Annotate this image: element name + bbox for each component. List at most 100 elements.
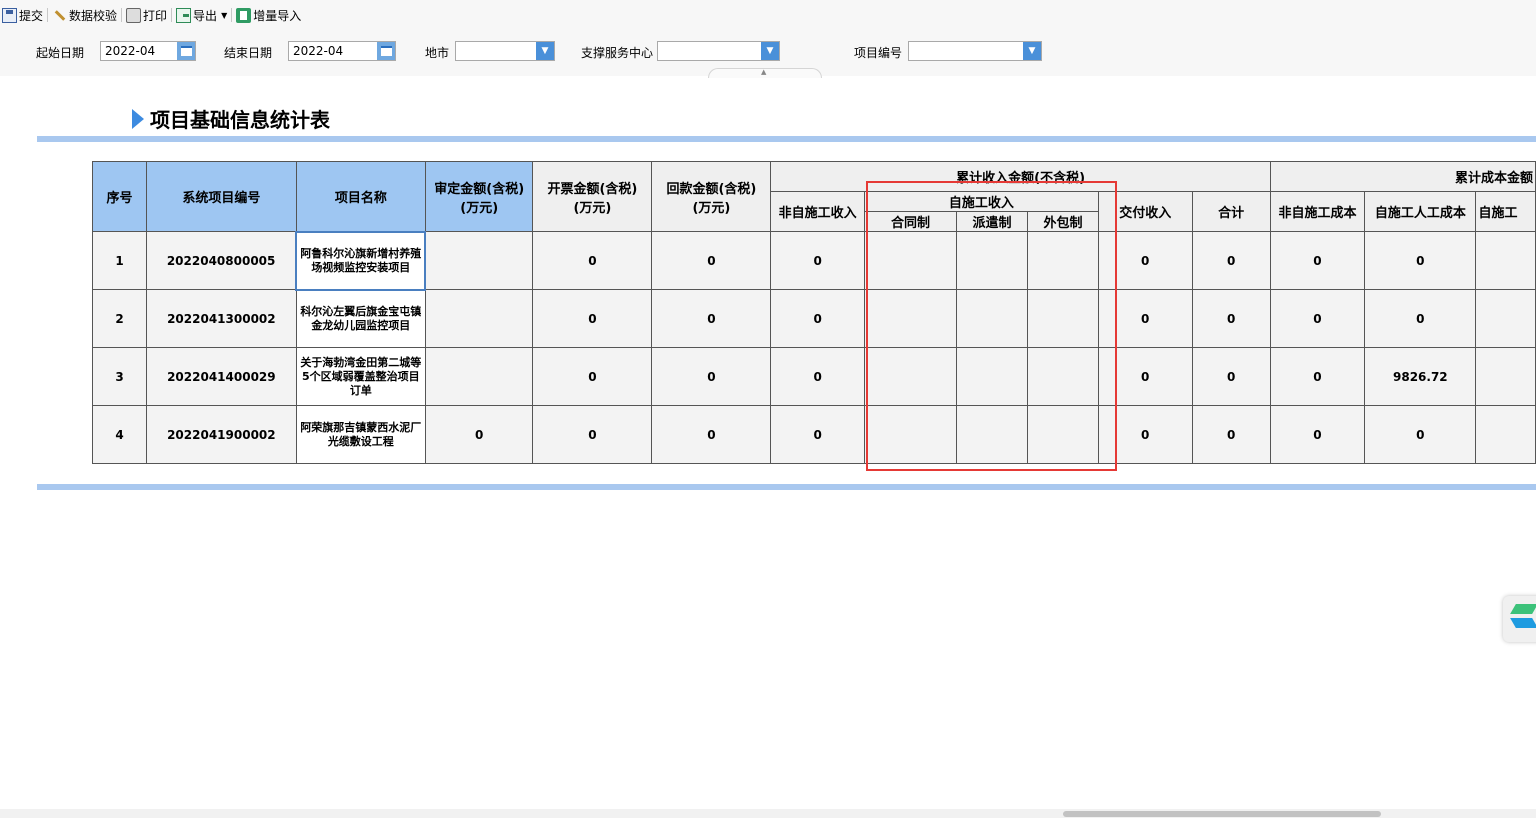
- cell-outsource[interactable]: [1027, 231, 1099, 290]
- cell-project-name[interactable]: 科尔沁左翼后旗金宝屯镇金龙幼儿园监控项目: [295, 289, 426, 348]
- cell-non-self[interactable]: 0: [770, 289, 865, 348]
- header-self-income: 自施工收入: [863, 191, 1099, 212]
- cell-self-other[interactable]: [1475, 231, 1536, 290]
- print-button[interactable]: 打印: [124, 4, 169, 26]
- cell-dispatch[interactable]: [956, 231, 1029, 290]
- start-date-input[interactable]: 2022-04: [100, 41, 196, 61]
- cell-self-other[interactable]: [1475, 405, 1536, 464]
- header-approved-amount: 审定金额(含税) (万元): [424, 161, 534, 232]
- cell-invoice[interactable]: 0: [532, 405, 653, 464]
- report-title: 项目基础信息统计表: [132, 104, 330, 133]
- toolbar-divider: [171, 8, 173, 22]
- cell-dispatch[interactable]: [956, 289, 1029, 348]
- header-project-name: 项目名称: [295, 161, 426, 232]
- calendar-icon[interactable]: [177, 42, 195, 60]
- cell-approved[interactable]: [424, 289, 534, 348]
- cell-sys-no: 2022041400029: [146, 347, 297, 406]
- cell-total[interactable]: 0: [1191, 347, 1271, 406]
- cell-project-name[interactable]: 阿荣旗那吉镇蒙西水泥厂光缆敷设工程: [295, 405, 426, 464]
- cell-approved[interactable]: [424, 231, 534, 290]
- cell-non-self-cost[interactable]: 0: [1269, 347, 1366, 406]
- cell-contract[interactable]: [863, 347, 958, 406]
- chevron-down-icon[interactable]: ▼: [536, 42, 554, 60]
- cell-invoice[interactable]: 0: [532, 347, 653, 406]
- cell-payment[interactable]: 0: [651, 231, 772, 290]
- cell-delivery[interactable]: 0: [1097, 231, 1193, 290]
- header-approved-amount-unit: (万元): [460, 200, 499, 216]
- chevron-down-icon[interactable]: ▼: [221, 11, 227, 20]
- table-row: 2 2022041300002 科尔沁左翼后旗金宝屯镇金龙幼儿园监控项目 0 0…: [91, 289, 1536, 348]
- header-invoice-amount-text: 开票金额(含税): [547, 181, 638, 197]
- cell-seq: 4: [91, 405, 148, 464]
- cell-total[interactable]: 0: [1191, 405, 1271, 464]
- service-center-select[interactable]: ▼: [657, 41, 780, 61]
- cell-total[interactable]: 0: [1191, 289, 1271, 348]
- save-icon: [2, 7, 17, 23]
- cell-invoice[interactable]: 0: [532, 231, 653, 290]
- cell-contract[interactable]: [863, 289, 958, 348]
- cell-project-name[interactable]: 阿鲁科尔沁旗新增村养殖场视频监控安装项目: [295, 230, 427, 291]
- cell-project-name[interactable]: 关于海勃湾金田第二城等5个区域弱覆盖整治项目订单: [295, 347, 426, 406]
- cell-non-self-cost[interactable]: 0: [1269, 231, 1366, 290]
- cell-self-labor-cost[interactable]: 9826.72: [1364, 347, 1477, 406]
- cell-invoice[interactable]: 0: [532, 289, 653, 348]
- chevron-down-icon[interactable]: ▼: [1023, 42, 1041, 60]
- cell-payment[interactable]: 0: [651, 405, 772, 464]
- cell-delivery[interactable]: 0: [1097, 347, 1193, 406]
- service-center-label: 支撑服务中心: [581, 46, 654, 60]
- scrollbar-thumb[interactable]: [1063, 811, 1381, 817]
- cell-payment[interactable]: 0: [651, 289, 772, 348]
- cell-contract[interactable]: [863, 405, 958, 464]
- cell-dispatch[interactable]: [956, 405, 1029, 464]
- project-no-select[interactable]: ▼: [908, 41, 1042, 61]
- project-no-label: 项目编号: [854, 46, 903, 60]
- cell-non-self[interactable]: 0: [770, 347, 865, 406]
- cell-outsource[interactable]: [1027, 347, 1099, 406]
- validate-label: 数据校验: [69, 8, 118, 23]
- end-date-value: 2022-04: [293, 44, 344, 58]
- export-label: 导出: [193, 8, 218, 23]
- collapse-filter-toggle[interactable]: ▲: [708, 68, 822, 78]
- cell-non-self-cost[interactable]: 0: [1269, 289, 1366, 348]
- validate-button[interactable]: 数据校验: [50, 4, 119, 26]
- cell-non-self[interactable]: 0: [770, 231, 865, 290]
- cell-approved[interactable]: 0: [424, 405, 534, 464]
- table-row: 3 2022041400029 关于海勃湾金田第二城等5个区域弱覆盖整治项目订单…: [91, 347, 1536, 406]
- cell-delivery[interactable]: 0: [1097, 405, 1193, 464]
- city-select[interactable]: ▼: [455, 41, 555, 61]
- floating-assistant-button[interactable]: [1503, 596, 1536, 642]
- import-icon: [236, 7, 252, 23]
- logo-icon: [1510, 604, 1536, 614]
- cell-self-labor-cost[interactable]: 0: [1364, 231, 1477, 290]
- cell-non-self-cost[interactable]: 0: [1269, 405, 1366, 464]
- print-label: 打印: [143, 8, 168, 23]
- submit-button[interactable]: 提交: [0, 4, 45, 26]
- cell-self-labor-cost[interactable]: 0: [1364, 289, 1477, 348]
- cell-delivery[interactable]: 0: [1097, 289, 1193, 348]
- cell-approved[interactable]: [424, 347, 534, 406]
- header-self-other: 自施工: [1475, 191, 1536, 232]
- end-date-label: 结束日期: [224, 46, 273, 60]
- cell-outsource[interactable]: [1027, 405, 1099, 464]
- incremental-import-button[interactable]: 增量导入: [234, 4, 303, 26]
- header-contract: 合同制: [863, 211, 958, 232]
- cell-self-other[interactable]: [1475, 347, 1536, 406]
- cell-payment[interactable]: 0: [651, 347, 772, 406]
- export-button[interactable]: 导出 ▼: [174, 4, 229, 26]
- cell-contract[interactable]: [863, 231, 958, 290]
- cell-self-other[interactable]: [1475, 289, 1536, 348]
- header-invoice-amount: 开票金额(含税) (万元): [532, 161, 653, 232]
- cell-dispatch[interactable]: [956, 347, 1029, 406]
- end-date-input[interactable]: 2022-04: [288, 41, 396, 61]
- header-delivery-income: 交付收入: [1097, 191, 1193, 232]
- cell-non-self[interactable]: 0: [770, 405, 865, 464]
- horizontal-scrollbar[interactable]: [0, 809, 1536, 818]
- logo-icon: [1510, 618, 1536, 628]
- cell-total[interactable]: 0: [1191, 231, 1271, 290]
- calendar-icon[interactable]: [377, 42, 395, 60]
- cell-seq: 2: [91, 289, 148, 348]
- cell-outsource[interactable]: [1027, 289, 1099, 348]
- cell-self-labor-cost[interactable]: 0: [1364, 405, 1477, 464]
- top-divider: [37, 136, 1536, 142]
- chevron-down-icon[interactable]: ▼: [761, 42, 779, 60]
